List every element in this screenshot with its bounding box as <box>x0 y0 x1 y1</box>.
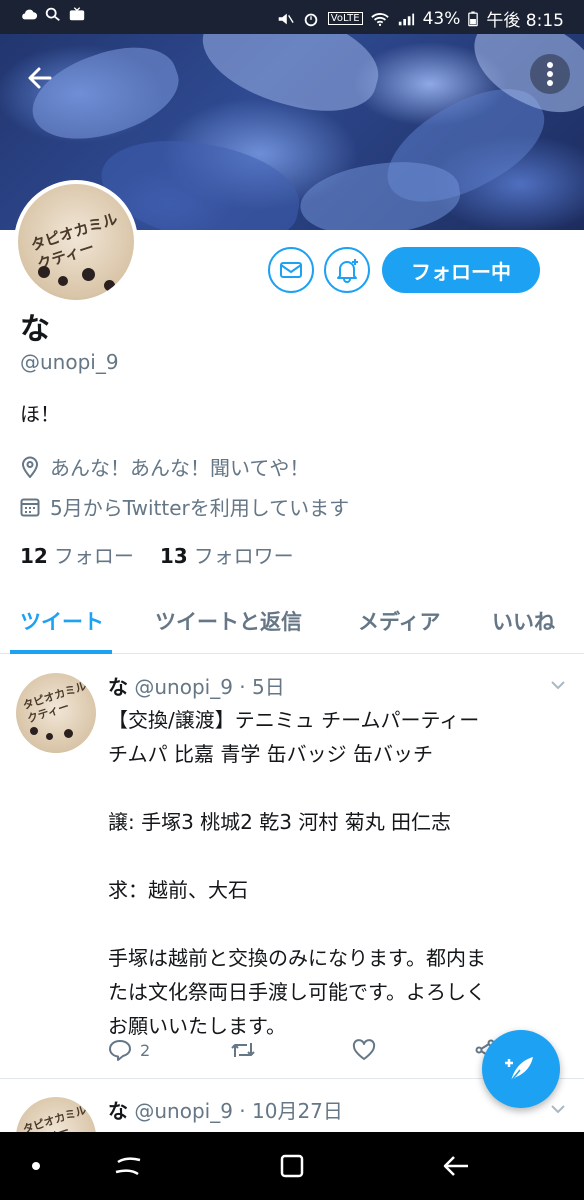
back-button[interactable] <box>18 56 62 100</box>
signal-icon <box>398 13 414 25</box>
joined-text: 5月からTwitterを利用しています <box>50 496 350 520</box>
tweet-avatar[interactable]: タピオカミルクティー <box>16 673 96 753</box>
arrow-left-icon <box>28 67 52 89</box>
tweet[interactable]: タピオカミルクティー な @unopi_9 · 5日 【交換/譲渡】テニミュ チ… <box>0 655 584 1078</box>
wifi-icon <box>370 12 389 26</box>
profile-avatar[interactable]: タピオカミルクティー <box>14 180 138 304</box>
reply-icon <box>109 1040 131 1061</box>
tweet-handle-time: @unopi_9 · 10月27日 <box>134 1099 343 1123</box>
mute-icon <box>278 13 294 24</box>
following-button[interactable]: フォロー中 <box>382 247 540 293</box>
more-dot <box>547 71 553 77</box>
dot-icon[interactable] <box>20 1150 52 1182</box>
following-link[interactable]: 12 フォロー <box>20 540 134 569</box>
tab-tweets-and-replies[interactable]: ツイートと返信 <box>155 606 302 636</box>
location-pin-icon <box>21 456 39 478</box>
avatar-text: タピオカミルクティー <box>21 679 89 726</box>
compose-tweet-button[interactable] <box>482 1030 560 1108</box>
retweet-icon <box>231 1043 255 1057</box>
more-dot <box>547 80 553 86</box>
pearl-decoration <box>82 268 95 281</box>
more-vertical-icon <box>547 62 553 68</box>
cloud-icon <box>22 9 38 20</box>
display-name: な <box>20 312 50 347</box>
tweet-author-name: な <box>108 1099 128 1123</box>
back-nav-icon[interactable] <box>440 1150 472 1182</box>
pearl-decoration <box>64 729 73 738</box>
recent-apps-icon[interactable] <box>112 1150 144 1182</box>
compose-feather-icon <box>505 1057 533 1082</box>
following-label: フォロー <box>53 544 134 568</box>
calendar-icon <box>20 498 40 516</box>
search-icon <box>45 7 60 22</box>
more-options-button[interactable] <box>530 54 570 94</box>
like-button[interactable] <box>352 1039 474 1061</box>
tab-tweets[interactable]: ツイート <box>20 606 104 636</box>
network-label: VoLTE <box>327 12 363 25</box>
message-button[interactable] <box>268 247 314 293</box>
reply-button[interactable]: 2 <box>108 1039 230 1061</box>
battery-icon <box>468 11 479 26</box>
tweet-avatar[interactable]: タピオカミルクティー <box>16 1097 96 1132</box>
tweet-handle-time: @unopi_9 · 5日 <box>134 675 285 699</box>
profile-tabs: ツイート ツイートと返信 メディア いいね <box>0 596 584 654</box>
tweet-header: な @unopi_9 · 10月27日 <box>108 1095 343 1124</box>
tab-media[interactable]: メディア <box>358 606 441 636</box>
pearl-decoration <box>104 280 115 291</box>
tweet-text: 【交換/譲渡】テニミュ チームパーティー チムパ 比嘉 青学 缶バッジ 缶バッチ… <box>108 708 486 1038</box>
location-text: あんな！あんな！聞いてや！ <box>50 456 310 480</box>
user-handle: @unopi_9 <box>20 350 119 374</box>
chevron-down-icon[interactable] <box>548 675 568 695</box>
tv-icon <box>69 7 85 21</box>
bell-plus-icon <box>337 259 358 283</box>
clock: 午後 8:15 <box>486 11 564 31</box>
follow-counts: 12 フォロー 13 フォロワー <box>20 540 294 569</box>
tweet-header: な @unopi_9 · 5日 <box>108 671 285 700</box>
pearl-decoration <box>30 727 38 735</box>
following-count: 12 <box>20 544 48 568</box>
tab-likes[interactable]: いいね <box>492 606 555 636</box>
active-tab-indicator <box>10 650 112 654</box>
envelope-icon <box>280 262 302 278</box>
bio: ほ！ <box>20 402 60 426</box>
alarm-icon <box>304 13 318 26</box>
pearl-decoration <box>38 266 50 278</box>
followers-link[interactable]: 13 フォロワー <box>160 540 294 569</box>
avatar-text: タピオカミルクティー <box>28 209 120 274</box>
retweet-button[interactable] <box>230 1040 352 1060</box>
location-row: あんな！あんな！聞いてや！ <box>20 452 309 481</box>
home-icon[interactable] <box>276 1150 308 1182</box>
chevron-down-icon[interactable] <box>548 1099 568 1119</box>
status-bar: VoLTE 43% 午後 8:15 <box>0 0 584 34</box>
reply-count: 2 <box>140 1040 151 1060</box>
pearl-decoration <box>58 276 68 286</box>
joined-row: 5月からTwitterを利用しています <box>20 492 349 521</box>
battery-level: 43% <box>422 8 461 29</box>
notifications-button[interactable] <box>324 247 370 293</box>
avatar-text: タピオカミルクティー <box>21 1103 89 1132</box>
pearl-decoration <box>46 733 53 740</box>
followers-label: フォロワー <box>193 544 294 568</box>
tweet-author-name: な <box>108 675 128 699</box>
followers-count: 13 <box>159 544 188 568</box>
system-nav-bar <box>0 1132 584 1200</box>
heart-icon <box>352 1039 376 1060</box>
